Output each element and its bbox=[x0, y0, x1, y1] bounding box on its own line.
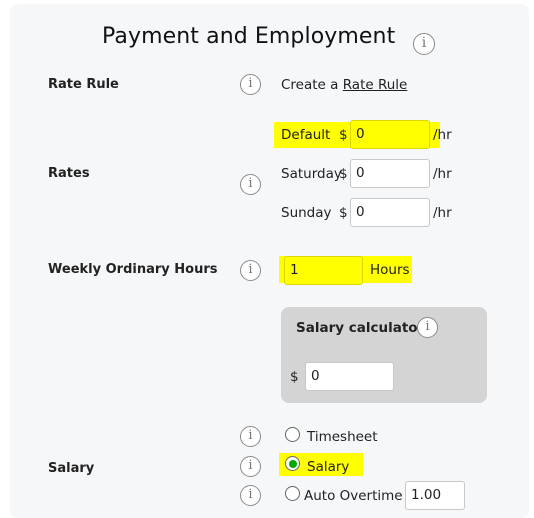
info-icon[interactable]: i bbox=[240, 74, 261, 95]
info-icon[interactable]: i bbox=[413, 33, 435, 55]
auto-overtime-input[interactable]: 1.00 bbox=[405, 481, 465, 510]
weekly-hours-unit: Hours bbox=[370, 262, 410, 278]
sunday-rate-label: Sunday bbox=[281, 205, 332, 221]
saturday-rate-label: Saturday bbox=[281, 166, 342, 182]
salary-label: Salary bbox=[48, 461, 95, 476]
sunday-rate-input[interactable]: 0 bbox=[350, 198, 430, 227]
timesheet-option-label: Timesheet bbox=[307, 429, 378, 445]
currency-symbol: $ bbox=[339, 127, 348, 143]
auto-overtime-option-label: Auto Overtime bbox=[304, 488, 403, 504]
salary-option-label: Salary bbox=[307, 459, 350, 475]
rate-rule-label: Rate Rule bbox=[48, 77, 119, 92]
info-icon[interactable]: i bbox=[417, 317, 438, 338]
currency-symbol: $ bbox=[339, 205, 348, 221]
default-rate-label: Default bbox=[281, 127, 331, 143]
rate-unit: /hr bbox=[433, 166, 452, 182]
currency-symbol: $ bbox=[339, 166, 348, 182]
salary-calculator: Salary calculator i $ 0 bbox=[281, 307, 487, 403]
salary-radio[interactable] bbox=[285, 456, 300, 471]
rate-unit: /hr bbox=[433, 205, 452, 221]
saturday-rate-input[interactable]: 0 bbox=[350, 159, 430, 188]
auto-overtime-radio[interactable] bbox=[285, 486, 300, 501]
page-title: Payment and Employment bbox=[102, 24, 396, 49]
info-icon[interactable]: i bbox=[240, 174, 261, 195]
info-icon[interactable]: i bbox=[240, 260, 261, 281]
salary-calculator-title: Salary calculator bbox=[296, 320, 425, 336]
rate-unit: /hr bbox=[433, 127, 452, 143]
salary-calculator-input[interactable]: 0 bbox=[305, 362, 394, 391]
info-icon[interactable]: i bbox=[240, 426, 261, 447]
default-rate-input[interactable]: 0 bbox=[350, 120, 430, 149]
rate-rule-prefix: Create a bbox=[281, 77, 339, 93]
timesheet-radio[interactable] bbox=[285, 427, 300, 442]
info-icon[interactable]: i bbox=[240, 485, 261, 506]
weekly-hours-label: Weekly Ordinary Hours bbox=[48, 262, 218, 277]
rate-rule-text: Create a Rate Rule bbox=[281, 77, 407, 93]
rate-rule-link[interactable]: Rate Rule bbox=[343, 77, 408, 93]
info-icon[interactable]: i bbox=[240, 456, 261, 477]
currency-symbol: $ bbox=[290, 369, 299, 385]
rates-label: Rates bbox=[48, 166, 90, 181]
weekly-hours-input[interactable]: 1 bbox=[284, 256, 363, 285]
